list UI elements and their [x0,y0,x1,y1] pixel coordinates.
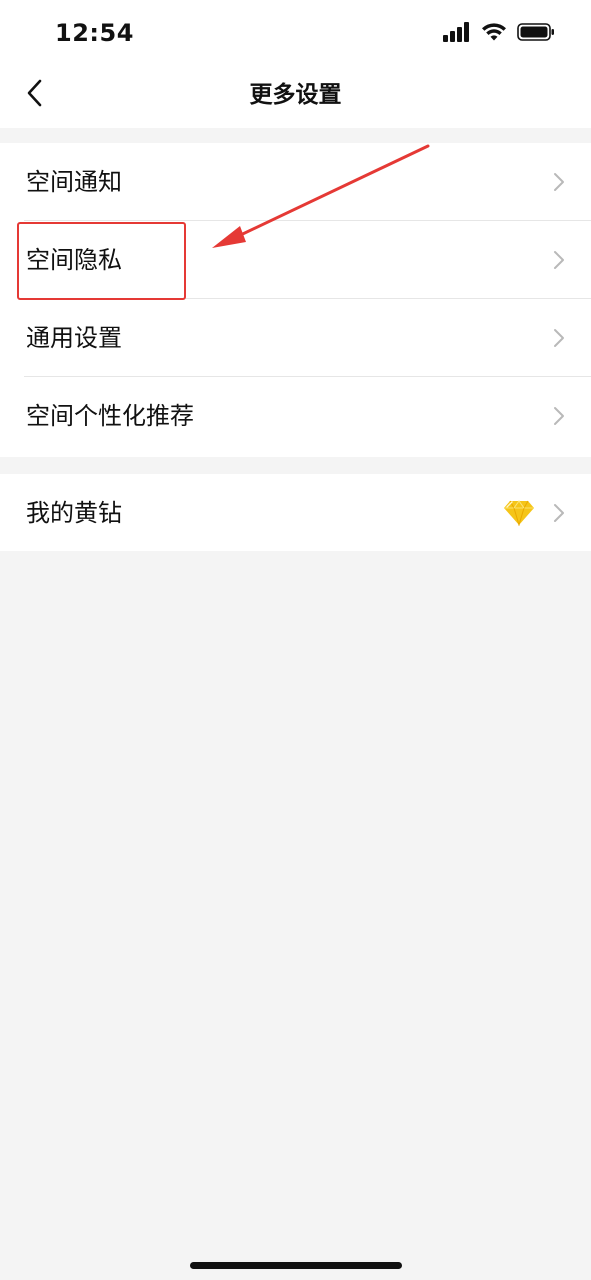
settings-item-space-privacy[interactable]: 空间隐私 [0,221,591,299]
settings-item-yellow-diamond[interactable]: 我的黄钻 [0,474,591,552]
settings-item-label: 我的黄钻 [26,499,122,527]
home-indicator[interactable] [190,1262,402,1269]
wifi-icon [481,22,507,46]
settings-item-label: 空间个性化推荐 [26,402,194,430]
settings-item-label: 空间隐私 [26,246,122,274]
chevron-right-icon [553,406,565,426]
chevron-right-icon [553,172,565,192]
chevron-right-icon [553,250,565,270]
settings-item-space-notification[interactable]: 空间通知 [0,143,591,221]
chevron-right-icon [553,328,565,348]
settings-item-label: 空间通知 [26,168,122,196]
settings-group-main: 空间通知 空间隐私 通用设置 空间个性化推荐 [0,143,591,457]
page-title: 更多设置 [249,82,342,108]
yellow-diamond-icon [503,500,535,527]
more-settings-screen: 12:54 更多设置 空间通知 空间隐私 通用设置 空间个性化推荐 我的黄钻 [0,0,591,1280]
settings-group-membership: 我的黄钻 [0,474,591,551]
settings-item-label: 通用设置 [26,324,122,352]
cellular-signal-icon [443,22,471,46]
navigation-bar: 更多设置 [0,62,591,128]
settings-item-personalized-recommendation[interactable]: 空间个性化推荐 [0,377,591,455]
chevron-right-icon [553,503,565,523]
status-icons [443,22,555,46]
battery-icon [517,22,555,46]
status-bar: 12:54 [0,0,591,62]
status-time: 12:54 [55,19,134,47]
settings-item-general-settings[interactable]: 通用设置 [0,299,591,377]
